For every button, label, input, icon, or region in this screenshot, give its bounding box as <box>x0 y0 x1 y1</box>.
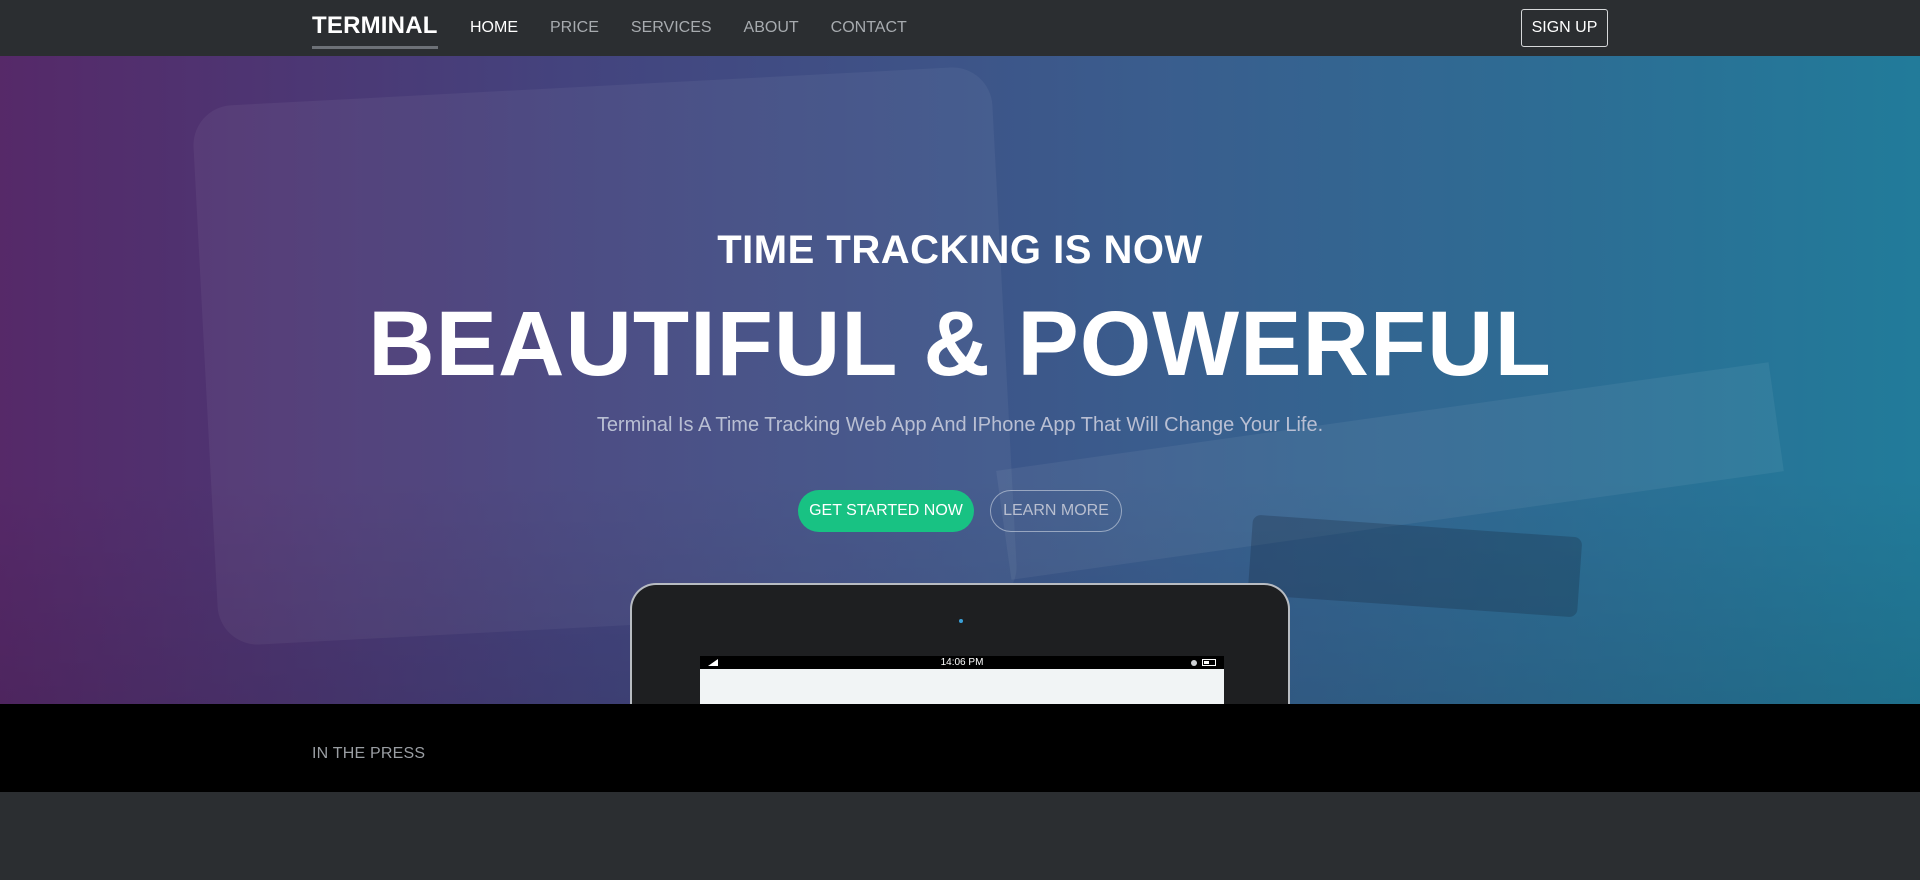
learn-more-button[interactable]: LEARN MORE <box>990 490 1122 532</box>
nav-link-services[interactable]: SERVICES <box>631 0 712 56</box>
device-status-bar: 14:06 PM <box>700 656 1224 669</box>
signal-icon <box>708 659 718 666</box>
tablet-mockup: 14:06 PM <box>630 583 1290 704</box>
hero-subtitle: Terminal Is A Time Tracking Web App And … <box>596 414 1324 436</box>
press-label: IN THE PRESS <box>312 745 426 762</box>
hero-cta-group: GET STARTED NOW LEARN MORE <box>0 490 1920 532</box>
camera-icon <box>959 619 963 623</box>
signup-button[interactable]: SIGN UP <box>1521 9 1608 47</box>
hero-section: TIME TRACKING IS NOW BEAUTIFUL & POWERFU… <box>0 56 1920 704</box>
status-time: 14:06 PM <box>940 657 984 668</box>
settings-icon <box>1191 659 1197 666</box>
nav-link-about[interactable]: ABOUT <box>744 0 799 56</box>
hero-headline-big: BEAUTIFUL & POWERFUL <box>368 293 1552 395</box>
brand-logo[interactable]: TERMINAL <box>312 12 438 49</box>
navbar: TERMINAL HOME PRICE SERVICES ABOUT CONTA… <box>0 0 1920 56</box>
hero-headline-small: TIME TRACKING IS NOW <box>717 228 1203 272</box>
footer-area <box>0 792 1920 880</box>
status-icons <box>1191 659 1216 666</box>
nav-link-price[interactable]: PRICE <box>550 0 599 56</box>
nav-link-contact[interactable]: CONTACT <box>831 0 907 56</box>
tablet-screen: 14:06 PM <box>700 656 1224 704</box>
main-nav: HOME PRICE SERVICES ABOUT CONTACT <box>470 0 939 56</box>
get-started-button[interactable]: GET STARTED NOW <box>798 490 974 532</box>
press-section: IN THE PRESS <box>0 704 1920 792</box>
nav-link-home[interactable]: HOME <box>470 0 518 56</box>
battery-icon <box>1202 659 1216 666</box>
